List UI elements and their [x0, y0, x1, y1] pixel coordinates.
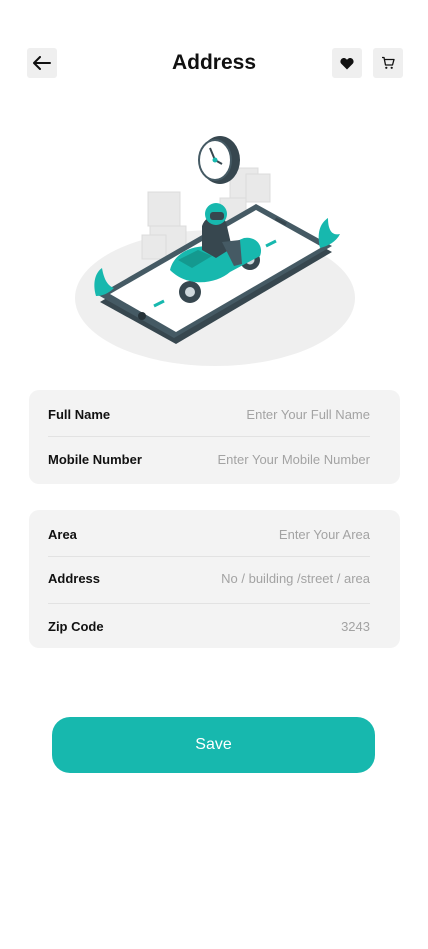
full-name-row: Full Name — [48, 391, 370, 437]
page-title: Address — [171, 51, 257, 74]
area-input[interactable] — [180, 526, 370, 542]
cart-button[interactable] — [373, 48, 403, 78]
header: Address — [0, 48, 428, 80]
address-row: Address — [48, 555, 370, 601]
area-row: Area — [48, 511, 370, 557]
contact-card: Full Name Mobile Number — [29, 390, 400, 484]
heart-icon — [340, 57, 354, 69]
zip-code-label: Zip Code — [48, 618, 104, 634]
area-label: Area — [48, 526, 77, 542]
save-button[interactable]: Save — [52, 717, 375, 773]
address-card: Area Address Zip Code — [29, 510, 400, 648]
address-label: Address — [48, 570, 101, 586]
mobile-number-row: Mobile Number — [48, 436, 370, 482]
delivery-illustration — [75, 136, 355, 366]
zip-code-row: Zip Code — [48, 603, 370, 649]
address-input[interactable] — [180, 570, 370, 586]
zip-code-input[interactable] — [180, 618, 370, 634]
mobile-number-label: Mobile Number — [48, 451, 142, 467]
cart-icon — [382, 56, 395, 69]
full-name-label: Full Name — [48, 406, 111, 422]
favorite-button[interactable] — [332, 48, 362, 78]
mobile-number-input[interactable] — [180, 451, 370, 467]
full-name-input[interactable] — [180, 406, 370, 422]
